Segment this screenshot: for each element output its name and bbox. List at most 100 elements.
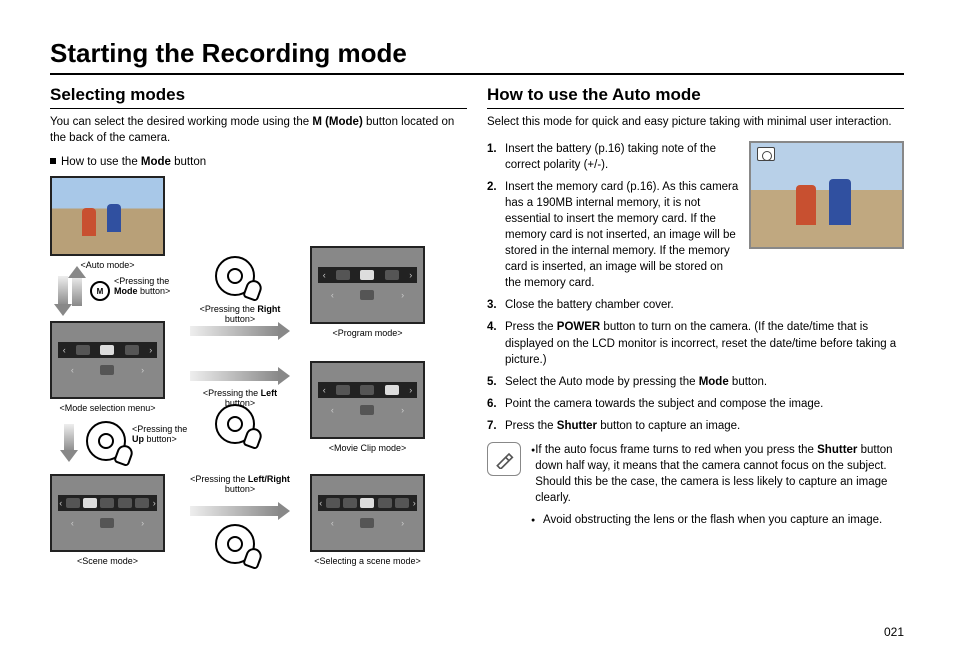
n: 5. <box>487 374 505 390</box>
dial-icon <box>215 256 255 296</box>
menu-bar: ‹› <box>318 287 418 303</box>
dial-icon <box>86 421 126 461</box>
menu-bar: ‹› <box>58 342 158 358</box>
step-4: 4.Press the POWER button to turn on the … <box>487 319 904 367</box>
intro-bold: M (Mode) <box>312 116 362 128</box>
steps-list: 1.Insert the battery (p.16) taking note … <box>487 141 904 435</box>
howto-pre: How to use the <box>61 156 141 168</box>
note-2: Avoid obstructing the lens or the flash … <box>531 512 904 528</box>
menu-bar: ‹› <box>318 515 418 531</box>
t: Insert the battery (p.16) taking note of… <box>505 141 741 173</box>
t: Shutter <box>817 444 857 456</box>
n: 3. <box>487 297 505 313</box>
t: Select the Auto mode by pressing the <box>505 376 699 388</box>
right-column: How to use the Auto mode Select this mod… <box>487 85 904 606</box>
n: 6. <box>487 396 505 412</box>
thumbnail-auto-mode <box>50 176 165 256</box>
t: Mode <box>114 286 138 296</box>
thumbnail-select-scene: ‹› ‹› <box>310 474 425 552</box>
t: Point the camera towards the subject and… <box>505 396 904 412</box>
figure-area: <Auto mode> M <Pressing the Mode button>… <box>50 176 467 606</box>
step-6: 6.Point the camera towards the subject a… <box>487 396 904 412</box>
t: Close the battery chamber cover. <box>505 297 904 313</box>
camera-icon <box>757 147 775 161</box>
t: Select the Auto mode by pressing the Mod… <box>505 374 904 390</box>
howto-post: button <box>171 156 206 168</box>
menu-bar: ‹› <box>58 362 158 378</box>
t: button> <box>225 484 255 494</box>
note-list: If the auto focus frame turns to red whe… <box>531 442 904 534</box>
t: <Pressing the <box>203 388 261 398</box>
note-box: If the auto focus frame turns to red whe… <box>487 442 904 534</box>
m-button-icon: M <box>90 281 110 301</box>
menu-bar: ‹› <box>318 402 418 418</box>
t: <Pressing the <box>190 474 248 484</box>
caption-press-up: <Pressing the Up button> <box>132 424 188 444</box>
caption-sel-scene: <Selecting a scene mode> <box>310 556 425 566</box>
t: Avoid obstructing the lens or the flash … <box>543 512 882 528</box>
t: Right <box>257 304 280 314</box>
pen-icon <box>487 442 521 476</box>
n: 4. <box>487 319 505 367</box>
thumbnail-mode-selection: ‹› ‹› <box>50 321 165 399</box>
step-7: 7.Press the Shutter button to capture an… <box>487 418 904 434</box>
n: 7. <box>487 418 505 434</box>
t: Press the POWER button to turn on the ca… <box>505 319 904 367</box>
t: button to capture an image. <box>597 420 740 432</box>
caption-press-mode: <Pressing the Mode button> <box>114 276 174 296</box>
t: button> <box>144 434 177 444</box>
arrow-right-icon <box>190 371 280 381</box>
step-5: 5.Select the Auto mode by pressing the M… <box>487 374 904 390</box>
t: Insert the memory card (p.16). As this c… <box>505 179 741 292</box>
t: Mode <box>699 376 729 388</box>
thumbnail-auto-preview <box>749 141 904 249</box>
bullet-icon <box>531 512 543 528</box>
t: Shutter <box>557 420 597 432</box>
t: If the auto focus frame turns to red whe… <box>535 444 817 456</box>
arrow-down-icon <box>58 276 68 306</box>
menu-bar: ‹› <box>318 382 418 398</box>
caption-scene: <Scene mode> <box>50 556 165 566</box>
thumbnail-movie-mode: ‹› ‹› <box>310 361 425 439</box>
t: button. <box>729 376 767 388</box>
arrow-up-icon <box>72 276 82 306</box>
section-title-selecting: Selecting modes <box>50 85 467 109</box>
t: <Pressing the <box>200 304 258 314</box>
caption-mode-sel: <Mode selection menu> <box>50 403 165 413</box>
auto-intro: Select this mode for quick and easy pict… <box>487 115 904 131</box>
step-3: 3.Close the battery chamber cover. <box>487 297 904 313</box>
caption-press-lr: <Pressing the Left/Right button> <box>190 474 290 494</box>
t: button> <box>225 314 255 324</box>
t: Press the <box>505 420 557 432</box>
t: <Pressing the <box>132 424 187 434</box>
t: <Pressing the <box>114 276 169 286</box>
page-title: Starting the Recording mode <box>50 38 904 75</box>
t: Left <box>261 388 278 398</box>
howto-heading: How to use the Mode button <box>50 156 467 168</box>
arrow-down-icon <box>64 424 74 452</box>
note-1: If the auto focus frame turns to red whe… <box>531 442 904 506</box>
t: POWER <box>557 321 600 333</box>
t: If the auto focus frame turns to red whe… <box>535 442 904 506</box>
t: Up <box>132 434 144 444</box>
dial-icon <box>215 524 255 564</box>
intro-pre: You can select the desired working mode … <box>50 116 312 128</box>
n: 1. <box>487 141 505 173</box>
selecting-intro: You can select the desired working mode … <box>50 115 467 146</box>
arrow-right-icon <box>190 326 280 336</box>
dial-icon <box>215 404 255 444</box>
caption-program: <Program mode> <box>310 328 425 338</box>
arrow-right-icon <box>190 506 280 516</box>
menu-bar: ‹› <box>318 267 418 283</box>
t: Left/Right <box>248 474 290 484</box>
section-title-auto: How to use the Auto mode <box>487 85 904 109</box>
thumbnail-scene-menu: ‹› ‹› <box>50 474 165 552</box>
menu-bar: ‹› <box>58 495 158 511</box>
menu-bar: ‹› <box>318 495 418 511</box>
page-number: 021 <box>884 625 904 639</box>
step-1: 1.Insert the battery (p.16) taking note … <box>487 141 741 173</box>
thumbnail-program-mode: ‹› ‹› <box>310 246 425 324</box>
n: 2. <box>487 179 505 292</box>
caption-press-right: <Pressing the Right button> <box>190 304 290 324</box>
t: Press the <box>505 321 557 333</box>
